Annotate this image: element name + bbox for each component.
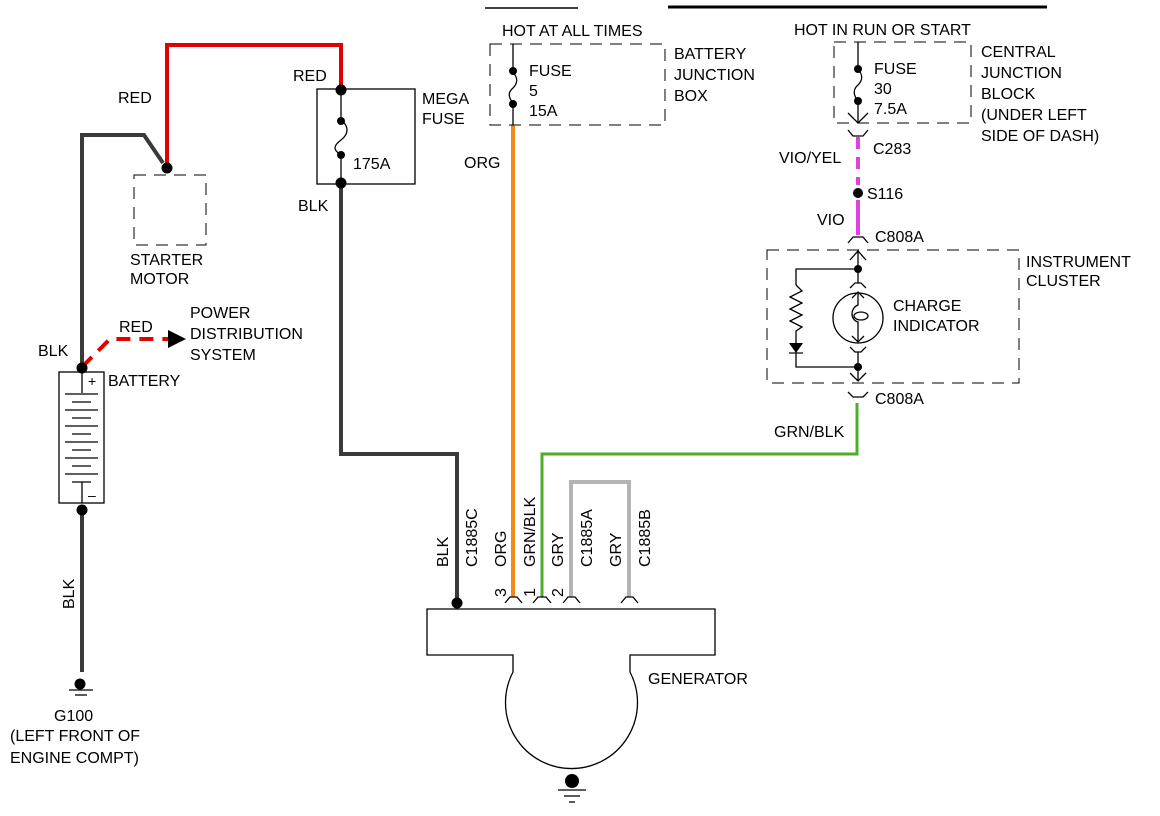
mega-fuse-label-2: FUSE — [422, 111, 465, 128]
wire-label-grn-blk: GRN/BLK — [774, 424, 845, 441]
generator-label: GENERATOR — [648, 671, 748, 688]
ground-node — [74, 678, 86, 690]
hot-run-start-label: HOT IN RUN OR START — [794, 22, 971, 39]
wire-red-starter-megafuse — [165, 43, 343, 168]
ground-label-3: ENGINE COMPT) — [10, 750, 139, 767]
generator-body — [426, 608, 716, 770]
fuse5-symbol-icon — [508, 71, 518, 104]
resistor-icon — [788, 284, 804, 343]
battery-cells-icon — [65, 393, 98, 483]
instrument-cluster-label-1: INSTRUMENT — [1026, 254, 1131, 271]
wire-red-pds — [80, 337, 168, 369]
ground-label-1: G100 — [54, 708, 93, 725]
wire-label-gen-gry-a: GRY — [550, 532, 567, 567]
wiring-diagram: 175A MEGA FUSE STARTER MOTOR + – BATTERY… — [10, 5, 1131, 803]
mega-fuse-label-1: MEGA — [422, 91, 469, 108]
cjb-label-2: JUNCTION — [981, 65, 1062, 82]
charge-indicator-label-2: INDICATOR — [893, 318, 980, 335]
wire-label-red-pds: RED — [119, 319, 153, 336]
connector-female-icon — [847, 129, 869, 137]
fuse-symbol-icon — [334, 119, 348, 156]
wire-label-gen-org: ORG — [493, 531, 510, 567]
wire-label-gen-gry-b: GRY — [608, 532, 625, 567]
bjb-label-2: JUNCTION — [674, 67, 755, 84]
cjb-label-1: CENTRAL — [981, 44, 1056, 61]
pin-1-label: 1 — [522, 588, 539, 597]
starter-label-1: STARTER — [130, 252, 203, 269]
c808a-top-label: C808A — [875, 229, 924, 246]
mega-fuse-rating: 175A — [353, 156, 391, 173]
wire-label-org: ORG — [464, 155, 500, 172]
s116-label: S116 — [867, 186, 903, 203]
connector-c808a-bottom-icon — [847, 391, 869, 398]
pin-2-label: 2 — [550, 588, 567, 597]
c808a-bottom-label: C808A — [875, 391, 924, 408]
fuse5-label-2: 5 — [529, 83, 538, 100]
wire-label-blk-mega: BLK — [298, 198, 329, 215]
wire-label-blk-ground: BLK — [61, 578, 78, 609]
starter-motor-box — [133, 174, 207, 246]
pds-label-3: SYSTEM — [190, 347, 256, 364]
c1885a-label: C1885A — [579, 509, 596, 567]
wire-label-gen-blk: BLK — [435, 536, 452, 567]
fuse30-label-1: FUSE — [874, 61, 917, 78]
wire-label-gen-grn-blk: GRN/BLK — [522, 496, 539, 567]
fuse30-symbol-icon — [853, 68, 863, 102]
cjb-label-4: (UNDER LEFT — [981, 107, 1087, 124]
charge-indicator-label-1: CHARGE — [893, 298, 961, 315]
c1885c-label: C1885C — [464, 508, 481, 567]
battery-minus: – — [88, 487, 96, 503]
bjb-label-3: BOX — [674, 88, 708, 105]
starter-label-2: MOTOR — [130, 271, 189, 288]
instrument-cluster-box — [766, 249, 1020, 384]
fuse5-label-3: 15A — [529, 103, 558, 120]
fuse5-label-1: FUSE — [529, 63, 572, 80]
ground-label-2: (LEFT FRONT OF — [10, 728, 140, 745]
splice-s116 — [853, 188, 863, 198]
c283-label: C283 — [873, 141, 911, 158]
connector-c808a-top-icon — [847, 236, 869, 244]
pds-label-2: DISTRIBUTION — [190, 326, 303, 343]
fuse30-label-3: 7.5A — [874, 101, 907, 118]
hot-all-times-label: HOT AT ALL TIMES — [502, 23, 643, 40]
cjb-label-3: BLOCK — [981, 86, 1036, 103]
battery-plus: + — [88, 373, 96, 389]
wire-label-blk-battery: BLK — [38, 343, 69, 360]
bjb-label-1: BATTERY — [674, 46, 747, 63]
fuse30-label-2: 30 — [874, 81, 892, 98]
wire-label-vio: VIO — [817, 212, 845, 229]
wire-label-red-left: RED — [118, 90, 152, 107]
pin-3-label: 3 — [493, 588, 510, 597]
cjb-label-5: SIDE OF DASH) — [981, 128, 1099, 145]
wire-label-vio-yel: VIO/YEL — [779, 150, 841, 167]
battery-label: BATTERY — [108, 373, 181, 390]
node-dot — [335, 84, 347, 96]
wire-label-red-right: RED — [293, 68, 327, 85]
c1885b-label: C1885B — [637, 509, 654, 567]
generator-ground-node — [565, 774, 579, 788]
pds-label-1: POWER — [190, 305, 250, 322]
instrument-cluster-label-2: CLUSTER — [1026, 273, 1101, 290]
arrow-pds-icon — [168, 330, 186, 348]
diode-icon — [789, 343, 803, 353]
